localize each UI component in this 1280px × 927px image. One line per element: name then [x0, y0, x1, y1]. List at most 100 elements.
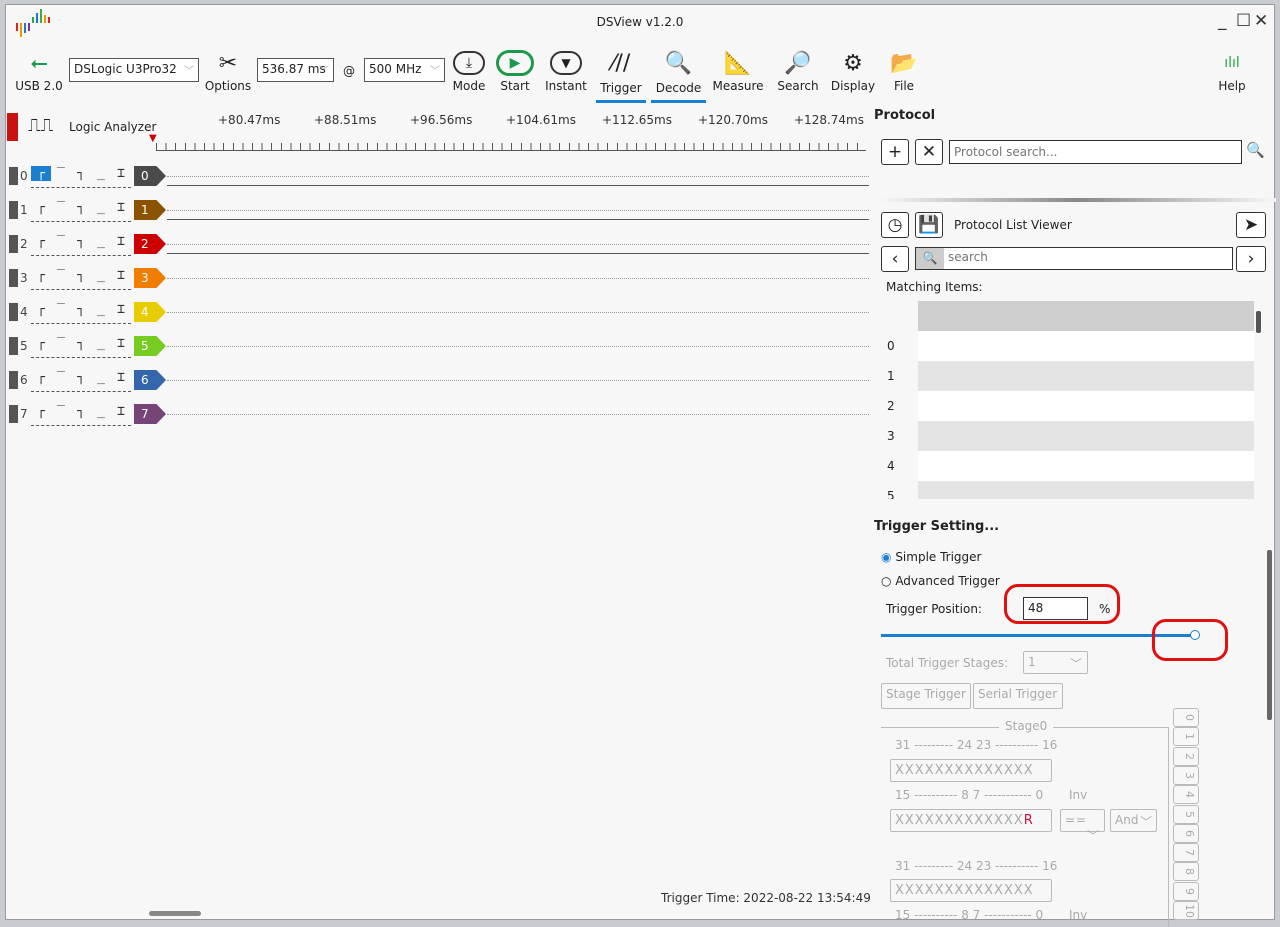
stage-tab[interactable]: 8 [1173, 862, 1199, 882]
channel-row[interactable]: 2 ┌ ‾ ┐ _ ⌶ 2 [9, 233, 869, 257]
drag-handle[interactable] [9, 269, 18, 287]
next-button[interactable]: › [1236, 246, 1266, 272]
any-edge-icon[interactable]: ⌶ [111, 234, 131, 249]
prev-button[interactable]: ‹ [881, 246, 909, 272]
low-level-icon[interactable]: _ [91, 336, 111, 351]
trigger-type-selector[interactable]: ┌ ‾ ┐ _ ⌶ [31, 370, 131, 392]
high-level-icon[interactable]: ‾ [51, 302, 71, 317]
stage-tab[interactable]: 5 [1173, 804, 1199, 824]
stage-tab[interactable]: 4 [1173, 785, 1199, 805]
high-level-icon[interactable]: ‾ [51, 336, 71, 351]
navigate-button[interactable]: ➤ [1236, 212, 1266, 238]
drag-handle[interactable] [9, 201, 18, 219]
high-level-icon[interactable]: ‾ [51, 404, 71, 419]
operator-select[interactable]: == ﹀ [1060, 809, 1105, 843]
falling-edge-icon[interactable]: ┐ [71, 200, 91, 215]
channel-row[interactable]: 0 ┌ ‾ ┐ _ ⌶ 0 [9, 165, 869, 189]
channel-row[interactable]: 3 ┌ ‾ ┐ _ ⌶ 3 [9, 267, 869, 291]
table-row[interactable]: 0 [881, 331, 1254, 361]
search-button[interactable]: 🔎 Search [773, 47, 823, 94]
falling-edge-icon[interactable]: ┐ [71, 268, 91, 283]
close-button[interactable]: ✕ [1254, 11, 1268, 31]
any-edge-icon[interactable]: ⌶ [111, 200, 131, 215]
low-level-icon[interactable]: _ [91, 166, 111, 181]
rising-edge-icon[interactable]: ┌ [31, 404, 51, 419]
low-level-icon[interactable]: _ [91, 200, 111, 215]
channel-label[interactable]: 5 [134, 336, 166, 356]
stage-tab[interactable]: 0 [1173, 708, 1199, 727]
high-level-icon[interactable]: ‾ [51, 166, 71, 181]
low-level-icon[interactable]: _ [91, 404, 111, 419]
any-edge-icon[interactable]: ⌶ [111, 302, 131, 317]
rising-edge-icon[interactable]: ┌ [31, 336, 51, 351]
stage-tab[interactable]: 10 [1173, 901, 1199, 920]
protocol-search-input[interactable] [949, 140, 1242, 164]
search-icon[interactable]: 🔍 [1246, 141, 1265, 159]
channel-label[interactable]: 6 [134, 370, 166, 390]
minimize-button[interactable]: _ [1218, 11, 1227, 31]
instant-button[interactable]: ▼ Instant [544, 47, 588, 93]
stage-tab[interactable]: 9 [1173, 881, 1199, 901]
measure-button[interactable]: 📐 Measure [711, 47, 765, 94]
falling-edge-icon[interactable]: ┐ [71, 336, 91, 351]
table-scrollbar[interactable] [1256, 311, 1261, 333]
stage-tab[interactable]: 7 [1173, 843, 1199, 863]
table-row[interactable]: 5 [881, 481, 1254, 499]
low-level-icon[interactable]: _ [91, 234, 111, 249]
channel-label[interactable]: 0 [134, 166, 166, 186]
channel-row[interactable]: 5 ┌ ‾ ┐ _ ⌶ 5 [9, 335, 869, 359]
low-level-icon[interactable]: _ [91, 268, 111, 283]
falling-edge-icon[interactable]: ┐ [71, 234, 91, 249]
trigger-type-selector[interactable]: ┌ ‾ ┐ _ ⌶ [31, 200, 131, 222]
maximize-button[interactable]: ☐ [1236, 11, 1251, 31]
mask-hi-input-2[interactable]: XXXXXXXXXXXXXX [890, 879, 1052, 902]
drag-handle[interactable] [9, 303, 18, 321]
rising-edge-icon[interactable]: ┌ [31, 234, 51, 249]
tab-serial-trigger[interactable]: Serial Trigger [973, 683, 1063, 709]
stage-tab[interactable]: 3 [1173, 765, 1199, 785]
trigger-position-input[interactable]: 48 [1023, 597, 1088, 620]
any-edge-icon[interactable]: ⌶ [111, 404, 131, 419]
high-level-icon[interactable]: ‾ [51, 268, 71, 283]
trigger-type-selector[interactable]: ┌ ‾ ┐ _ ⌶ [31, 166, 131, 188]
splitter[interactable] [881, 198, 1276, 202]
high-level-icon[interactable]: ‾ [51, 234, 71, 249]
channel-row[interactable]: 7 ┌ ‾ ┐ _ ⌶ 7 [9, 403, 869, 427]
tab-stage-trigger[interactable]: Stage Trigger [881, 683, 971, 709]
trigger-type-selector[interactable]: ┌ ‾ ┐ _ ⌶ [31, 302, 131, 324]
add-protocol-button[interactable]: + [881, 139, 909, 165]
any-edge-icon[interactable]: ⌶ [111, 166, 131, 181]
channel-row[interactable]: 6 ┌ ‾ ┐ _ ⌶ 6 [9, 369, 869, 393]
duration-select[interactable]: 536.87 ms ﹀ [257, 58, 334, 82]
rising-edge-icon[interactable]: ┌ [31, 166, 51, 181]
trigger-scrollbar[interactable] [1267, 550, 1272, 720]
logic-select[interactable]: And ﹀ [1110, 809, 1157, 832]
any-edge-icon[interactable]: ⌶ [111, 336, 131, 351]
rising-edge-icon[interactable]: ┌ [31, 200, 51, 215]
any-edge-icon[interactable]: ⌶ [111, 268, 131, 283]
options-button[interactable]: ✂ Options [204, 47, 252, 94]
trigger-type-selector[interactable]: ┌ ‾ ┐ _ ⌶ [31, 336, 131, 358]
table-row[interactable]: 4 [881, 451, 1254, 481]
mask-lo-input[interactable]: XXXXXXXXXXXXXR [890, 809, 1052, 832]
falling-edge-icon[interactable]: ┐ [71, 166, 91, 181]
drag-handle[interactable] [9, 167, 18, 185]
table-row[interactable]: 1 [881, 361, 1254, 391]
samplerate-select[interactable]: 500 MHz ﹀ [364, 58, 445, 82]
file-button[interactable]: 📂 File [886, 47, 922, 94]
rising-edge-icon[interactable]: ┌ [31, 302, 51, 317]
device-select[interactable]: DSLogic U3Pro32 ﹀ [69, 58, 199, 82]
display-button[interactable]: ⚙ Display [828, 47, 878, 94]
rising-edge-icon[interactable]: ┌ [31, 268, 51, 283]
simple-trigger-radio[interactable]: ◉ Simple Trigger [881, 550, 982, 564]
advanced-trigger-radio[interactable]: ○ Advanced Trigger [881, 574, 1000, 588]
save-button[interactable]: 💾 [915, 212, 943, 238]
trigger-type-selector[interactable]: ┌ ‾ ┐ _ ⌶ [31, 268, 131, 290]
drag-handle[interactable] [9, 371, 18, 389]
start-button[interactable]: ▶ Start [494, 47, 536, 93]
stage-tab[interactable]: 6 [1173, 823, 1199, 843]
low-level-icon[interactable]: _ [91, 370, 111, 385]
high-level-icon[interactable]: ‾ [51, 370, 71, 385]
falling-edge-icon[interactable]: ┐ [71, 404, 91, 419]
clock-settings-button[interactable]: ◷ [881, 212, 909, 238]
